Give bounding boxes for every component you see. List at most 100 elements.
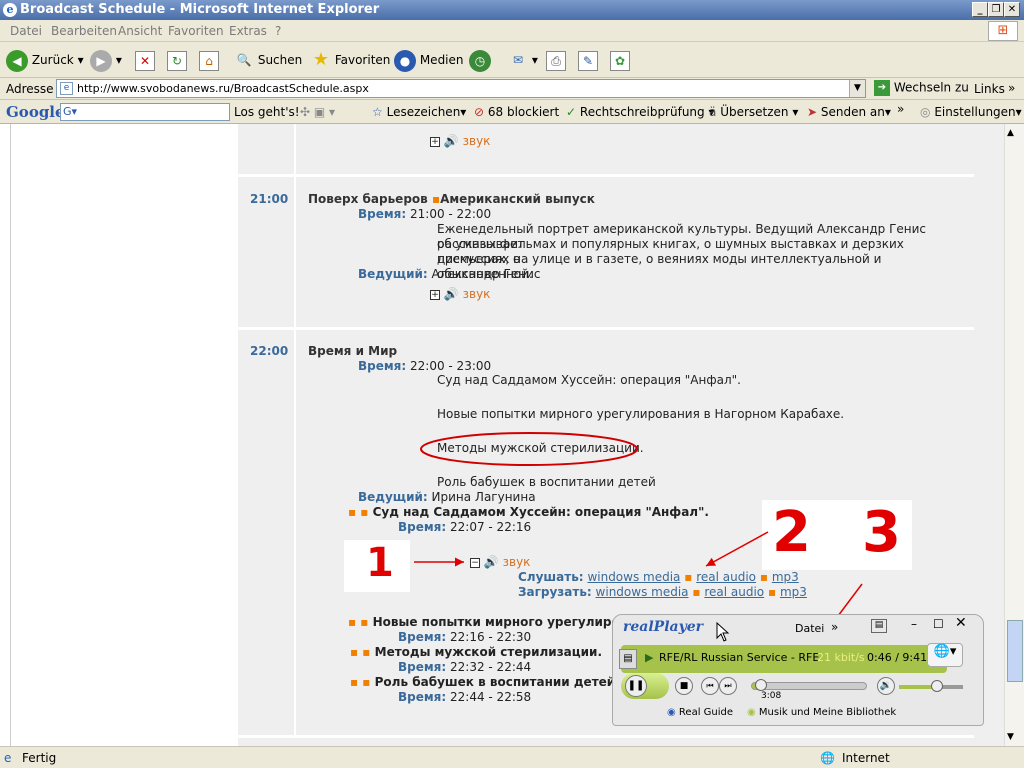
compact-mode-icon[interactable]: ▤ — [871, 619, 887, 633]
program-title: Поверх барьеров ▪Американский выпуск — [308, 192, 595, 206]
close-button[interactable]: ✕ — [1004, 2, 1020, 17]
seek-bar[interactable] — [751, 679, 867, 691]
menu-datei[interactable]: Datei — [10, 24, 42, 38]
web-globe-icon[interactable]: 🌐▾ — [927, 643, 963, 667]
playlist-icon[interactable]: ▤ — [619, 649, 637, 669]
expand-icon[interactable]: + — [430, 136, 440, 147]
search-label: Suchen — [257, 53, 303, 67]
scroll-down-icon[interactable]: ▼ — [1007, 732, 1014, 742]
annotation-number-3: 3 — [862, 500, 901, 565]
flower-icon: ✿ — [610, 50, 630, 71]
sound-control[interactable]: + 🔊 звук — [430, 287, 490, 302]
listen-windows-media-link[interactable]: windows media — [587, 570, 680, 584]
realplayer-more-icon[interactable]: » — [831, 620, 838, 634]
subsegment-time: Время: 22:07 - 22:16 — [398, 520, 531, 535]
listen-links: Слушать: windows media ▪ real audio ▪ mp… — [518, 570, 799, 584]
listen-real-audio-link[interactable]: real audio — [696, 570, 756, 584]
minimize-button[interactable]: _ — [972, 2, 988, 17]
pause-button[interactable]: ❚❚ — [625, 675, 647, 697]
menu-ansicht[interactable]: Ansicht — [118, 24, 162, 38]
download-links: Загрузать: windows media ▪ real audio ▪ … — [518, 585, 807, 599]
links-label[interactable]: Links — [974, 82, 1005, 96]
sound-link[interactable]: звук — [463, 287, 491, 301]
google-search-input[interactable]: G▾ — [60, 103, 230, 121]
expand-icon[interactable]: + — [430, 289, 440, 300]
stop-button[interactable]: ■ — [675, 677, 693, 695]
stop-icon: ✕ — [135, 50, 155, 71]
settings-label: Einstellungen — [934, 105, 1016, 119]
edit-button[interactable]: ✎ — [578, 49, 598, 71]
sound-link[interactable]: звук — [463, 134, 491, 148]
media-button[interactable]: ● Medien — [394, 49, 464, 72]
subsegment-time: Время: 22:32 - 22:44 — [398, 660, 531, 675]
settings-button[interactable]: ◎ Einstellungen▾ — [920, 105, 1022, 119]
previous-button[interactable]: ⏮ — [701, 677, 719, 695]
google-search-button[interactable]: Los geht's! — [234, 105, 300, 119]
download-mp3-link[interactable]: mp3 — [780, 585, 807, 599]
collapse-icon[interactable]: − — [470, 557, 480, 568]
translate-button[interactable]: ä Übersetzen ▾ — [709, 105, 798, 119]
history-button[interactable]: ◷ — [469, 49, 491, 72]
menu-extras[interactable]: Extras — [229, 24, 267, 38]
go-button[interactable]: ➔ Wechseln zu — [874, 80, 969, 96]
next-button[interactable]: ⏭ — [719, 677, 737, 695]
library-label: Musik und Meine Bibliothek — [758, 707, 897, 718]
restore-button[interactable]: ❐ — [988, 2, 1004, 17]
menu-favoriten[interactable]: Favoriten — [168, 24, 224, 38]
media-globe-icon: ● — [394, 49, 416, 72]
subsegment-title-text: Методы мужской стерилизации. — [374, 645, 603, 659]
rp-minimize-button[interactable]: – — [911, 617, 917, 631]
topic-1: Суд над Саддамом Хуссейн: операция "Анфа… — [437, 373, 741, 387]
blocked-count: 68 blockiert — [487, 105, 560, 119]
real-guide-link[interactable]: ◉ Real Guide — [667, 707, 733, 718]
annotation-number-1: 1 — [366, 540, 394, 586]
address-input[interactable]: e http://www.svobodanews.ru/BroadcastSch… — [56, 79, 866, 98]
forward-button[interactable]: ▶ ▾ — [90, 49, 122, 72]
subsegment-title[interactable]: ▪ ▪ Суд над Саддамом Хуссейн: операция "… — [348, 505, 709, 520]
sound-control[interactable]: − 🔊 звук — [470, 555, 530, 570]
scroll-thumb[interactable] — [1007, 620, 1023, 682]
send-button[interactable]: ➤ Senden an▾ — [807, 105, 891, 119]
download-real-audio-link[interactable]: real audio — [704, 585, 764, 599]
popup-blocker[interactable]: ⊘ 68 blockiert — [474, 105, 559, 119]
volume-icon[interactable]: 🔉 — [877, 677, 895, 695]
back-button[interactable]: ◀ Zurück ▾ — [6, 49, 84, 72]
rp-close-button[interactable]: ✕ — [955, 615, 967, 631]
bookmarks-button[interactable]: ☆ Lesezeichen▾ — [372, 105, 466, 119]
menu-bearbeiten[interactable]: Bearbeiten — [51, 24, 117, 38]
print-button[interactable]: ⎙ — [546, 49, 566, 71]
translate-label: Übersetzen — [720, 105, 789, 119]
links-chevron-icon[interactable]: » — [1008, 81, 1015, 95]
volume-handle[interactable] — [931, 680, 944, 692]
library-link[interactable]: ◉ Musik und Meine Bibliothek — [747, 707, 896, 718]
realplayer-menu-datei[interactable]: Datei — [795, 622, 824, 635]
search-button[interactable]: 🔍 Suchen — [234, 49, 303, 71]
home-button[interactable]: ⌂ — [199, 49, 219, 71]
bitrate: 21 kbit/s — [817, 651, 865, 664]
scroll-up-icon[interactable]: ▲ — [1007, 128, 1014, 138]
download-windows-media-link[interactable]: windows media — [596, 585, 689, 599]
sound-control[interactable]: + 🔊 звук — [430, 134, 490, 149]
rp-maximize-button[interactable]: ☐ — [933, 617, 944, 631]
annotation-number-2: 2 — [772, 500, 811, 565]
sound-link[interactable]: звук — [503, 555, 531, 569]
listen-mp3-link[interactable]: mp3 — [772, 570, 799, 584]
menu-help[interactable]: ? — [275, 24, 281, 38]
address-url: http://www.svobodanews.ru/BroadcastSched… — [77, 82, 369, 95]
refresh-button[interactable]: ↻ — [167, 49, 187, 71]
realplayer-logo: realPlayer — [623, 619, 704, 635]
subsegment-title[interactable]: ▪ ▪ Роль бабушек в воспитании детей — [350, 675, 615, 690]
vertical-scrollbar[interactable]: ▲ ▼ — [1004, 124, 1024, 746]
seek-handle[interactable] — [755, 679, 768, 691]
spellcheck-button[interactable]: ✓ Rechtschreibprüfung ▾ — [566, 105, 715, 119]
address-bar: Adresse e http://www.svobodanews.ru/Broa… — [0, 78, 1024, 100]
subsegment-title[interactable]: ▪ ▪ Методы мужской стерилизации. — [350, 645, 602, 660]
google-tools-icons[interactable]: ✣ ▣ ▾ — [300, 105, 335, 119]
address-dropdown-icon[interactable]: ▼ — [849, 80, 865, 97]
volume-slider[interactable] — [899, 680, 963, 692]
more-chevron-icon[interactable]: » — [897, 102, 904, 116]
messenger-button[interactable]: ✿ — [610, 49, 630, 71]
favorites-button[interactable]: ★ Favoriten — [311, 49, 390, 71]
mail-button[interactable]: ✉ ▾ — [508, 49, 538, 71]
stop-button[interactable]: ✕ — [135, 49, 155, 71]
